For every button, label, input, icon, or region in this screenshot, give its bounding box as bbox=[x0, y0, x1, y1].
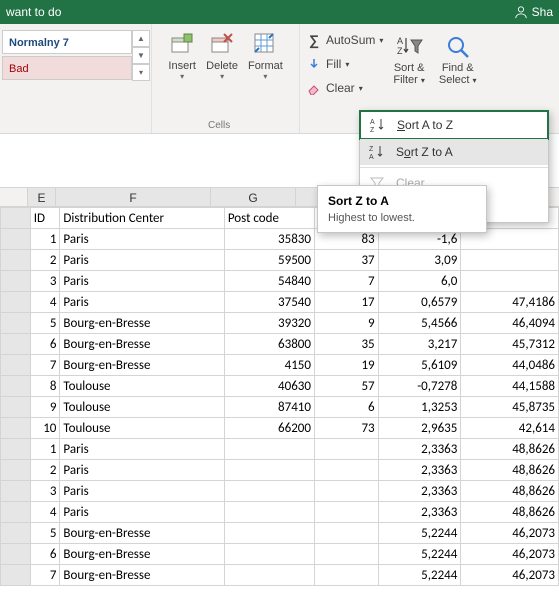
separator bbox=[360, 167, 548, 168]
table-row[interactable]: 7Bourg-en-Bresse5,224446,2073 bbox=[1, 565, 559, 586]
chevron-down-icon: ▾ bbox=[180, 72, 184, 81]
svg-text:A: A bbox=[369, 154, 374, 160]
cells-group: Insert ▾ Delete ▾ Format ▾ bbox=[152, 24, 300, 133]
format-icon bbox=[251, 30, 279, 58]
row-header[interactable] bbox=[1, 334, 31, 355]
table-row[interactable]: 5Bourg-en-Bresse5,224446,2073 bbox=[1, 523, 559, 544]
chevron-down-icon: ▾ bbox=[263, 72, 267, 81]
autosum-button[interactable]: ∑ AutoSum ▾ bbox=[306, 30, 383, 50]
row-header[interactable] bbox=[1, 565, 31, 586]
table-row[interactable]: 4Paris37540170,657947,4186 bbox=[1, 292, 559, 313]
table-row[interactable]: 9Toulouse8741061,325345,8735 bbox=[1, 397, 559, 418]
svg-text:Z: Z bbox=[370, 127, 375, 133]
delete-button[interactable]: Delete ▾ bbox=[206, 30, 238, 81]
row-header[interactable] bbox=[1, 292, 31, 313]
table-row[interactable]: 6Bourg-en-Bresse5,224446,2073 bbox=[1, 544, 559, 565]
user-icon bbox=[514, 5, 528, 19]
table-row[interactable]: 5Bourg-en-Bresse3932095,456646,4094 bbox=[1, 313, 559, 334]
insert-button[interactable]: Insert ▾ bbox=[168, 30, 196, 81]
row-header[interactable] bbox=[1, 271, 31, 292]
styles-scroll-up[interactable]: ▲ bbox=[132, 30, 150, 47]
window-title: want to do bbox=[6, 5, 61, 19]
row-header[interactable] bbox=[1, 460, 31, 481]
row-header[interactable] bbox=[1, 313, 31, 334]
cells-group-label: Cells bbox=[208, 120, 230, 131]
table-row[interactable]: 1Paris2,336348,8626 bbox=[1, 439, 559, 460]
sort-az-icon: AZ bbox=[369, 117, 387, 133]
table-row[interactable]: 10Toulouse66200732,963542,614 bbox=[1, 418, 559, 439]
styles-open[interactable]: ▾ bbox=[132, 64, 150, 81]
tooltip: Sort Z to A Highest to lowest. bbox=[317, 185, 487, 233]
titlebar: want to do Sha bbox=[0, 0, 559, 24]
table-row[interactable]: 3Paris5484076,0 bbox=[1, 271, 559, 292]
table-row[interactable]: 2Paris59500373,09 bbox=[1, 250, 559, 271]
table-row[interactable]: 3Paris2,336348,8626 bbox=[1, 481, 559, 502]
row-header[interactable] bbox=[1, 397, 31, 418]
row-header[interactable] bbox=[1, 355, 31, 376]
svg-text:Z: Z bbox=[369, 146, 374, 153]
spreadsheet-grid[interactable]: ID Distribution Center Post code Value 1… bbox=[0, 207, 559, 586]
svg-text:Z: Z bbox=[397, 46, 403, 56]
tooltip-desc: Highest to lowest. bbox=[328, 212, 476, 224]
styles-group: Normalny 7 Bad ▲ ▼ ▾ bbox=[0, 24, 152, 133]
select-all-corner[interactable] bbox=[0, 188, 28, 206]
clear-button[interactable]: Clear ▾ bbox=[306, 78, 383, 98]
styles-scroll-down[interactable]: ▼ bbox=[132, 47, 150, 64]
col-header-F[interactable]: F bbox=[56, 188, 211, 206]
delete-icon bbox=[208, 30, 236, 58]
sort-za-icon: ZA bbox=[368, 144, 386, 160]
chevron-down-icon: ▾ bbox=[220, 72, 224, 81]
row-header[interactable] bbox=[1, 229, 31, 250]
table-row[interactable]: 6Bourg-en-Bresse63800353,21745,7312 bbox=[1, 334, 559, 355]
sort-az-label: ort A to Z bbox=[405, 118, 453, 132]
style-normal[interactable]: Normalny 7 bbox=[2, 30, 132, 54]
row-header[interactable] bbox=[1, 481, 31, 502]
svg-text:A: A bbox=[370, 119, 375, 126]
eraser-icon bbox=[306, 80, 322, 96]
style-bad[interactable]: Bad bbox=[2, 56, 132, 80]
row-header[interactable] bbox=[1, 439, 31, 460]
share-area[interactable]: Sha bbox=[514, 5, 553, 19]
table-row[interactable]: 7Bourg-en-Bresse4150195,610944,0486 bbox=[1, 355, 559, 376]
format-button[interactable]: Format ▾ bbox=[248, 30, 283, 81]
insert-icon bbox=[168, 30, 196, 58]
row-header[interactable] bbox=[1, 208, 31, 229]
sort-a-to-z-item[interactable]: AZ Sort A to Z bbox=[359, 110, 549, 140]
tooltip-title: Sort Z to A bbox=[328, 194, 476, 208]
row-header[interactable] bbox=[1, 502, 31, 523]
fill-button[interactable]: Fill ▾ bbox=[306, 54, 383, 74]
search-icon bbox=[443, 32, 473, 62]
col-header-E[interactable]: E bbox=[28, 188, 56, 206]
row-header[interactable] bbox=[1, 376, 31, 397]
row-header[interactable] bbox=[1, 523, 31, 544]
sort-z-to-a-item[interactable]: ZA Sort Z to A bbox=[360, 139, 548, 165]
svg-text:A: A bbox=[397, 36, 403, 46]
fill-icon bbox=[306, 56, 322, 72]
row-header[interactable] bbox=[1, 418, 31, 439]
sort-filter-icon: AZ bbox=[394, 32, 424, 62]
table-row[interactable]: 8Toulouse4063057-0,727844,1588 bbox=[1, 376, 559, 397]
share-label: Sha bbox=[532, 5, 553, 19]
row-header[interactable] bbox=[1, 250, 31, 271]
sort-za-label: rt Z to A bbox=[411, 145, 453, 159]
table-row[interactable]: 2Paris2,336348,8626 bbox=[1, 460, 559, 481]
row-header[interactable] bbox=[1, 544, 31, 565]
table-row[interactable]: 4Paris2,336348,8626 bbox=[1, 502, 559, 523]
col-header-G[interactable]: G bbox=[211, 188, 296, 206]
sigma-icon: ∑ bbox=[306, 32, 322, 48]
